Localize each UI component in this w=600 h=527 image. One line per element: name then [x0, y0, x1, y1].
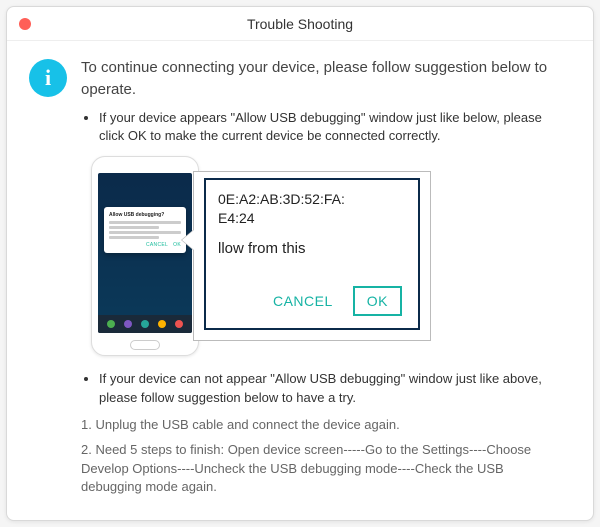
text-placeholder-line	[109, 236, 159, 239]
zoom-ok-button: OK	[353, 286, 402, 316]
phone-screen: Allow USB debugging? CANCEL OK	[98, 173, 192, 333]
phone-mockup: Allow USB debugging? CANCEL OK	[91, 156, 199, 356]
phone-home-button	[130, 340, 160, 350]
text-placeholder-line	[109, 226, 159, 229]
info-icon	[29, 59, 67, 97]
close-icon[interactable]	[19, 18, 31, 30]
dialog-window: Trouble Shooting To continue connecting …	[6, 6, 594, 521]
window-title: Trouble Shooting	[247, 16, 353, 32]
phone-dialog: Allow USB debugging? CANCEL OK	[104, 207, 186, 253]
step-2: 2. Need 5 steps to finish: Open device s…	[81, 441, 565, 498]
text-placeholder-line	[109, 231, 181, 234]
dock-app-icon	[158, 320, 166, 328]
steps-block: 1. Unplug the USB cable and connect the …	[81, 416, 565, 497]
phone-dialog-title: Allow USB debugging?	[109, 212, 181, 219]
callout-tail-icon	[182, 230, 194, 250]
dock-app-icon	[124, 320, 132, 328]
phone-cancel-button: CANCEL	[146, 242, 168, 248]
bullet-item-2: If your device can not appear "Allow USB…	[99, 370, 565, 408]
titlebar: Trouble Shooting	[7, 7, 593, 41]
dock-app-icon	[107, 320, 115, 328]
illustration: Allow USB debugging? CANCEL OK	[91, 156, 565, 356]
bullet-list: If your device appears "Allow USB debugg…	[81, 109, 565, 147]
mac-line-2: E4:24	[218, 210, 255, 226]
lead-text: To continue connecting your device, plea…	[81, 57, 565, 101]
bullet-item-1: If your device appears "Allow USB debugg…	[99, 109, 565, 147]
step-1: 1. Unplug the USB cable and connect the …	[81, 416, 565, 435]
text-placeholder-line	[109, 221, 181, 224]
phone-dialog-buttons: CANCEL OK	[109, 242, 181, 249]
bullet-list-2: If your device can not appear "Allow USB…	[81, 370, 565, 408]
zoom-inner: 0E:A2:AB:3D:52:FA: E4:24 llow from this …	[204, 178, 420, 330]
allow-from-text: llow from this	[218, 238, 406, 260]
mac-line-1: 0E:A2:AB:3D:52:FA:	[218, 191, 345, 207]
zoom-cancel-button: CANCEL	[273, 291, 333, 311]
phone-dock	[98, 315, 192, 333]
content-area: To continue connecting your device, plea…	[7, 41, 593, 521]
dock-app-icon	[141, 320, 149, 328]
phone-ok-button: OK	[173, 242, 181, 248]
fingerprint-text: 0E:A2:AB:3D:52:FA: E4:24	[218, 190, 406, 228]
zoom-callout: 0E:A2:AB:3D:52:FA: E4:24 llow from this …	[193, 171, 431, 341]
dock-app-icon	[175, 320, 183, 328]
zoom-buttons: CANCEL OK	[273, 286, 402, 316]
body-text: To continue connecting your device, plea…	[81, 57, 565, 503]
